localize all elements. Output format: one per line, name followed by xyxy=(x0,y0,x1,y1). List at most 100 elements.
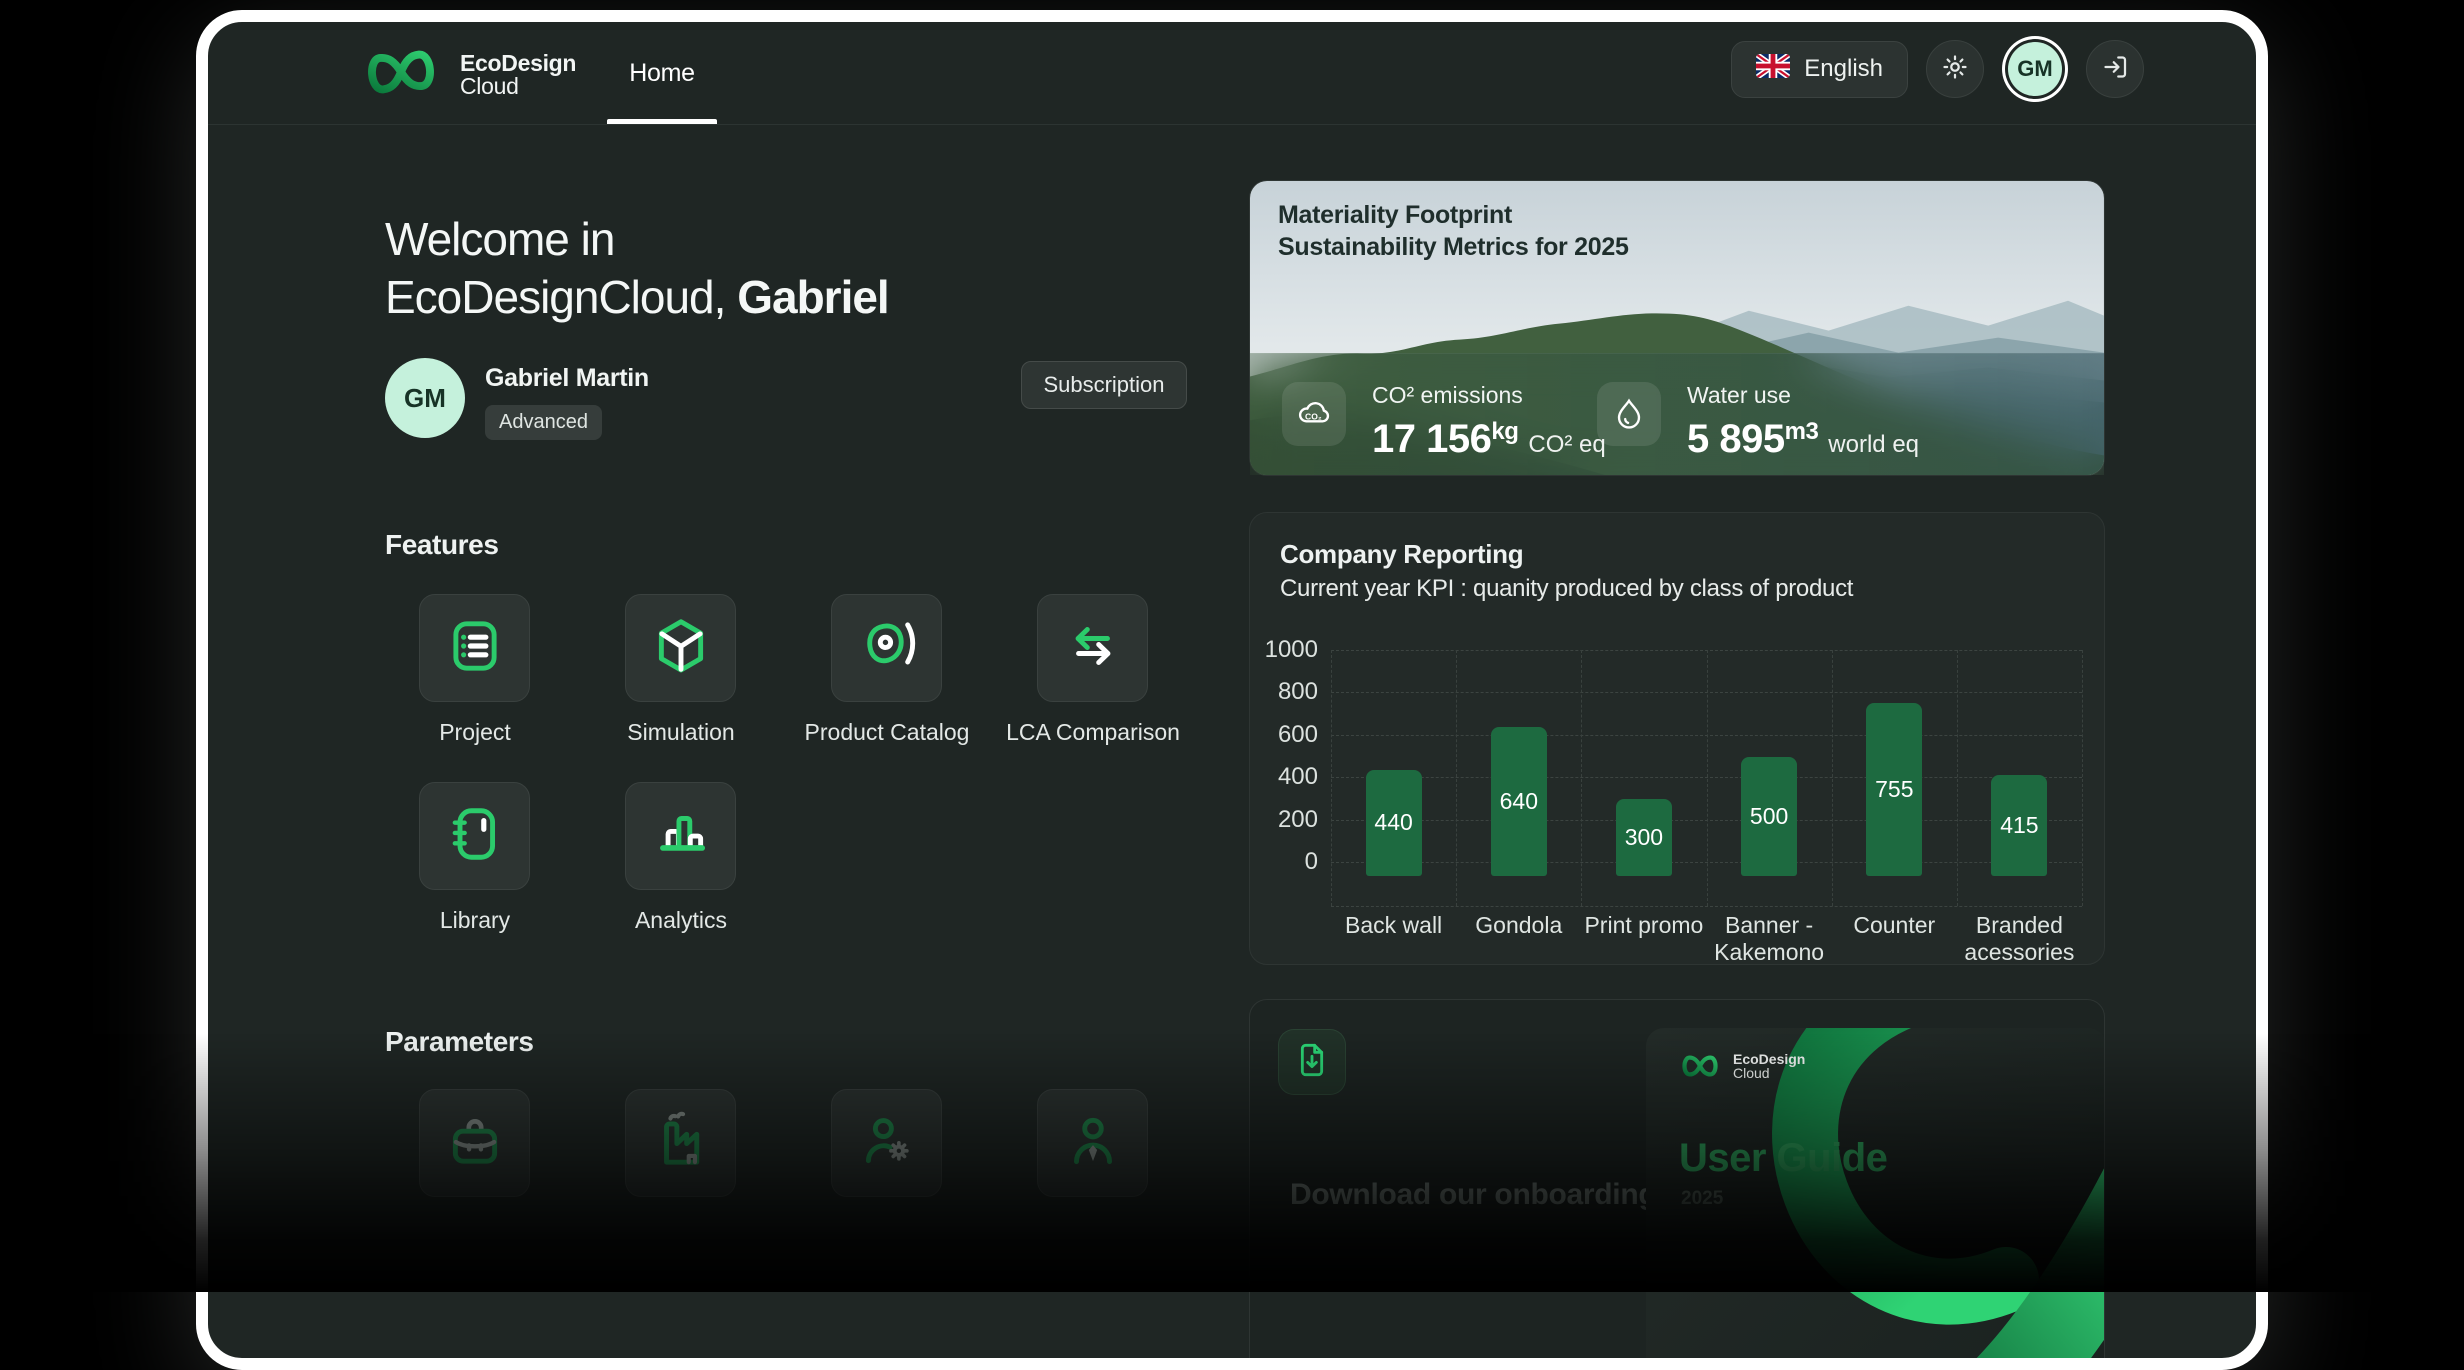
settings-button[interactable] xyxy=(1926,40,1984,98)
feature-label: Project xyxy=(365,719,585,746)
feature-label: Library xyxy=(365,907,585,934)
reporting-subtitle: Current year KPI : quanity produced by c… xyxy=(1280,575,1853,603)
app-window: EcoDesign Cloud Home xyxy=(196,10,2268,1370)
chart-bar: 300 xyxy=(1616,799,1672,876)
feature-label: Analytics xyxy=(571,907,791,934)
chart-gridline xyxy=(1832,650,1833,906)
notebook-icon xyxy=(444,803,506,870)
chart-bar: 440 xyxy=(1366,770,1422,876)
chart-bar: 415 xyxy=(1991,775,2047,876)
account-icon xyxy=(1062,1110,1124,1177)
feature-tile-library[interactable] xyxy=(419,782,530,890)
download-guide-text: Download our onboarding xyxy=(1290,1178,1656,1212)
co2-cloud-icon: CO₂ xyxy=(1282,382,1346,446)
user-avatar[interactable]: GM xyxy=(2008,42,2062,96)
language-selector[interactable]: English xyxy=(1731,41,1908,98)
plan-badge: Advanced xyxy=(485,405,602,440)
language-label: English xyxy=(1804,55,1883,83)
user-name: Gabriel Martin xyxy=(485,364,649,393)
bar-chart-icon xyxy=(650,803,712,870)
parameter-tile-factory[interactable] xyxy=(625,1089,736,1197)
company-reporting-card: Company Reporting Current year KPI : qua… xyxy=(1249,512,2105,965)
chart-gridline xyxy=(1707,650,1708,906)
chart-bar: 640 xyxy=(1491,727,1547,876)
reporting-title: Company Reporting xyxy=(1280,539,1523,570)
download-document-icon xyxy=(1292,1040,1332,1085)
profile-block: GM Gabriel Martin Advanced xyxy=(385,358,649,440)
top-nav: EcoDesign Cloud Home xyxy=(208,22,2256,125)
log-in-door-icon xyxy=(2100,52,2130,87)
feature-tile-analytics[interactable] xyxy=(625,782,736,890)
briefcase-icon xyxy=(444,1110,506,1177)
chart-ytick: 1000 xyxy=(1250,636,1318,664)
avatar: GM xyxy=(385,358,465,438)
chart-category-label: Branded acessories xyxy=(1957,912,2082,965)
feature-label: LCA Comparison xyxy=(983,719,1203,746)
user-settings-icon xyxy=(856,1110,918,1177)
chart-gridline xyxy=(1581,650,1582,906)
brand-name: EcoDesign Cloud xyxy=(460,52,576,98)
co2-metric: CO₂ CO² emissions 17 156kgCO² eq xyxy=(1282,382,1606,462)
product-tag-icon xyxy=(856,615,918,682)
company-reporting-chart: 02004006008001000440Back wall640Gondola3… xyxy=(1250,650,2104,960)
user-guide-year: 2025 xyxy=(1681,1188,1723,1210)
onboarding-guide-card: Download our onboarding xyxy=(1249,999,2105,1370)
feature-tile-simulation[interactable] xyxy=(625,594,736,702)
chart-bar: 500 xyxy=(1741,757,1797,876)
feature-label: Product Catalog xyxy=(777,719,997,746)
parameter-tile-user-settings[interactable] xyxy=(831,1089,942,1197)
logout-button[interactable] xyxy=(2086,40,2144,98)
chart-category-label: Counter xyxy=(1832,912,1957,939)
materiality-title: Materiality Footprint Sustainability Met… xyxy=(1278,199,1629,263)
metrics-band: CO₂ CO² emissions 17 156kgCO² eq xyxy=(1250,353,2104,475)
metric-value: 17 156kgCO² eq xyxy=(1372,417,1606,462)
chart-gridline xyxy=(1331,650,1332,906)
chart-category-label: Print promo xyxy=(1581,912,1706,939)
feature-tile-product-catalog[interactable] xyxy=(831,594,942,702)
factory-icon xyxy=(650,1110,712,1177)
chart-gridline xyxy=(1456,650,1457,906)
simulation-cube-icon xyxy=(650,615,712,682)
chart-ytick: 400 xyxy=(1250,763,1318,791)
tab-home[interactable]: Home xyxy=(607,22,717,125)
user-guide-title: User Guide xyxy=(1679,1136,1887,1181)
chart-ytick: 0 xyxy=(1250,848,1318,876)
feature-tile-lca-comparison[interactable] xyxy=(1037,594,1148,702)
chart-category-label: Banner - Kakemono xyxy=(1707,912,1832,965)
parameter-tile-account[interactable] xyxy=(1037,1089,1148,1197)
materiality-footprint-card: Materiality Footprint Sustainability Met… xyxy=(1249,180,2105,476)
features-title: Features xyxy=(385,529,499,561)
compare-arrows-icon xyxy=(1062,615,1124,682)
metric-label: CO² emissions xyxy=(1372,382,1606,409)
project-icon xyxy=(444,615,506,682)
parameters-title: Parameters xyxy=(385,1026,534,1058)
cover-brand-logo: EcoDesign Cloud xyxy=(1677,1052,1805,1080)
page: EcoDesign Cloud Home xyxy=(0,0,2464,1292)
chart-ytick: 600 xyxy=(1250,721,1318,749)
feature-tile-project[interactable] xyxy=(419,594,530,702)
feature-label: Simulation xyxy=(571,719,791,746)
water-drop-icon xyxy=(1597,382,1661,446)
active-tab-underline xyxy=(607,119,717,124)
water-metric: Water use 5 895m3world eq xyxy=(1597,382,1919,462)
chart-ytick: 200 xyxy=(1250,806,1318,834)
uk-flag-icon xyxy=(1756,54,1790,85)
parameter-tile-company[interactable] xyxy=(419,1089,530,1197)
welcome-heading: Welcome in EcoDesignCloud, Gabriel xyxy=(385,210,889,326)
ecodesign-infinity-logo-icon xyxy=(358,46,444,103)
chart-category-label: Back wall xyxy=(1331,912,1456,939)
chart-gridline xyxy=(1331,906,2082,907)
user-guide-cover[interactable]: EcoDesign Cloud User Guide 2025 xyxy=(1646,1028,2105,1370)
svg-text:CO₂: CO₂ xyxy=(1305,411,1322,421)
download-guide-button[interactable] xyxy=(1278,1029,1346,1095)
metric-value: 5 895m3world eq xyxy=(1687,417,1919,462)
chart-category-label: Gondola xyxy=(1456,912,1581,939)
cover-brand-name: EcoDesign Cloud xyxy=(1733,1052,1805,1080)
chart-gridline xyxy=(2082,650,2083,906)
subscription-button[interactable]: Subscription xyxy=(1021,361,1187,409)
brand-logo: EcoDesign Cloud xyxy=(358,46,576,103)
chart-ytick: 800 xyxy=(1250,678,1318,706)
metric-label: Water use xyxy=(1687,382,1919,409)
chart-bar: 755 xyxy=(1866,703,1922,876)
gear-icon xyxy=(1940,52,1970,87)
